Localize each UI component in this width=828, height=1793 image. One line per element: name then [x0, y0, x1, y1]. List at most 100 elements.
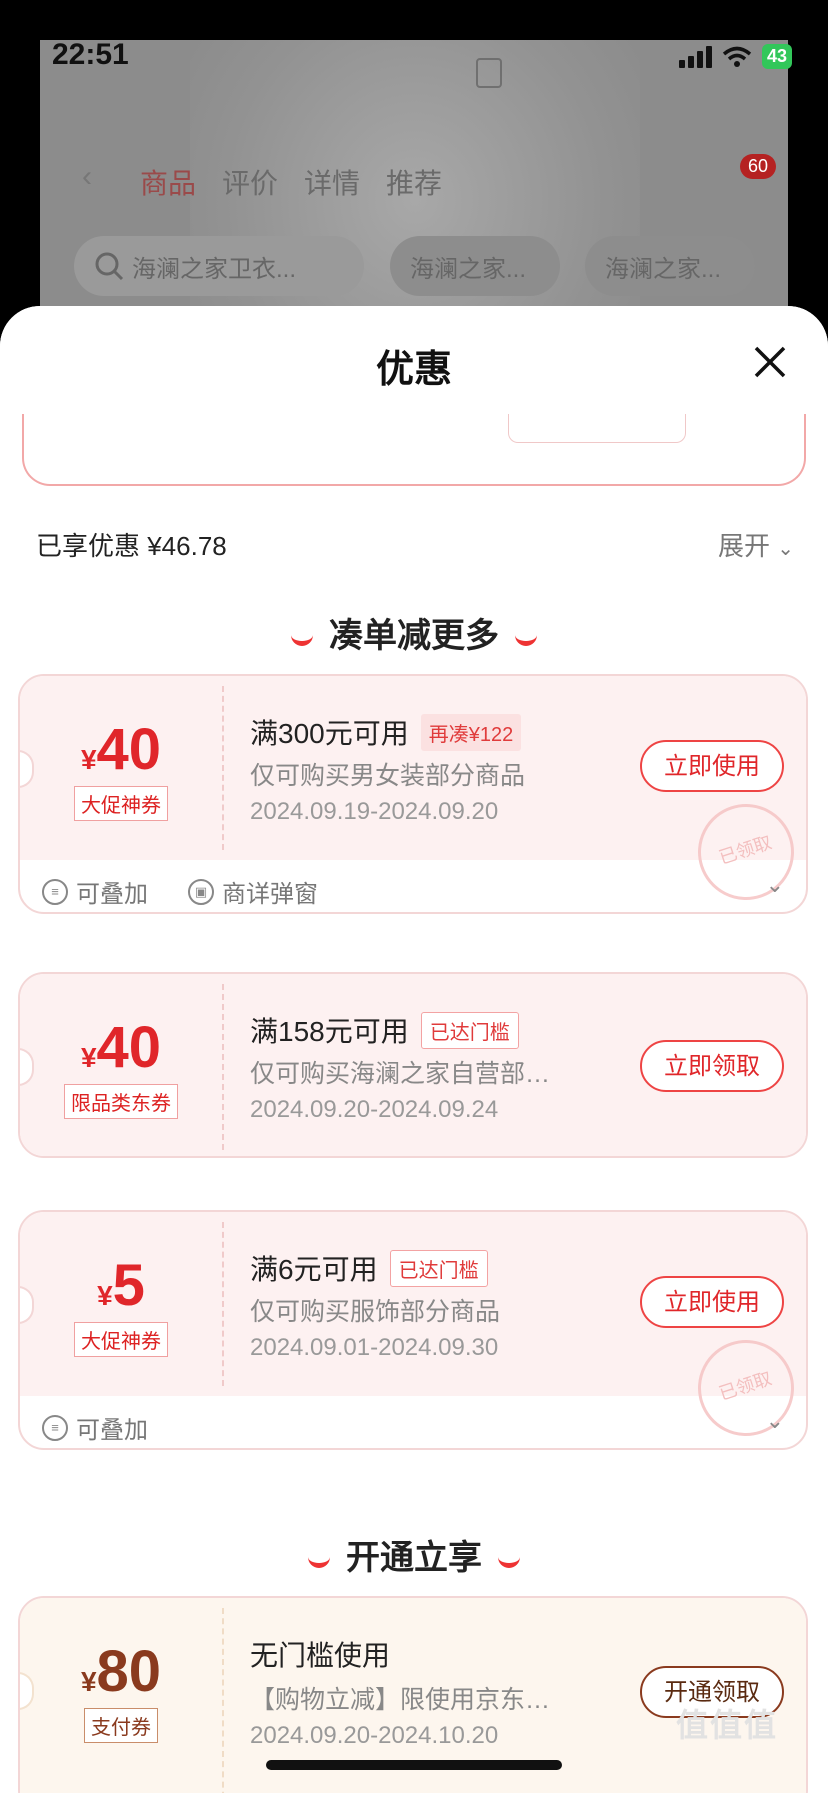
condition-pill: 再凑¥122	[420, 713, 522, 751]
condition-text: 满300元可用	[250, 718, 409, 749]
coupon-card: ¥5 大促神券 满6元可用 已达门槛 仅可购买服饰部分商品 2024.09.01-…	[18, 1210, 808, 1450]
footer-label: 可叠加	[76, 881, 148, 908]
coupon-amount: ¥40	[20, 716, 222, 783]
coupon-desc: 仅可购买海澜之家自营部分...	[250, 1060, 570, 1088]
coupon-body: ¥40 大促神券 满300元可用 再凑¥122 仅可购买男女装部分商品 2024.…	[20, 676, 806, 912]
stackable-icon: ≡	[42, 1414, 68, 1441]
chevron-down-icon: ⌄	[777, 538, 795, 560]
status-icons: 43	[678, 44, 792, 69]
sheet-title: 优惠	[375, 349, 452, 391]
watermark: 值值值	[676, 1707, 779, 1743]
coupon-condition: 满300元可用 再凑¥122	[250, 712, 522, 752]
wifi-icon	[722, 46, 752, 67]
amount-value: 80	[96, 1639, 162, 1704]
popup-icon: ▣	[188, 878, 214, 905]
signal-icon	[678, 45, 712, 68]
coupon-type-label: 支付券	[84, 1708, 158, 1743]
coupon-condition: 无门槛使用	[250, 1634, 390, 1674]
brand-logo	[476, 58, 502, 88]
smile-icon	[498, 1553, 520, 1568]
use-now-button[interactable]: 立即使用	[640, 740, 784, 792]
chevron-down-icon[interactable]: ⌄	[766, 1408, 784, 1434]
expand-button[interactable]: 展开 ⌄	[718, 526, 794, 563]
coupon-footer: ≡ 可叠加 ▣ 商详弹窗	[42, 874, 318, 909]
coupon-desc: 仅可购买服饰部分商品	[250, 1298, 501, 1326]
coupon-divider	[222, 984, 224, 1150]
coupon-type-tag: 大促神券	[20, 786, 222, 821]
currency-symbol: ¥	[80, 1042, 97, 1073]
coupon-card: ¥40 大促神券 满300元可用 再凑¥122 仅可购买男女装部分商品 2024.…	[18, 674, 808, 914]
coupon-date: 2024.09.19-2024.09.20	[250, 798, 499, 825]
use-now-button[interactable]: 立即使用	[640, 1276, 784, 1328]
coupon-card: ¥40 限品类东券 满158元可用 已达门槛 仅可购买海澜之家自营部分... 20…	[18, 972, 808, 1158]
saved-amount: 已享优惠 ¥46.78	[36, 531, 227, 561]
search-pill-label: 海澜之家卫衣...	[132, 255, 297, 283]
coupon-amount: ¥5	[20, 1252, 222, 1319]
section-title-text: 凑单减更多	[329, 617, 499, 655]
coupon-date: 2024.09.01-2024.09.30	[250, 1334, 499, 1361]
section-title-text: 开通立享	[346, 1539, 482, 1577]
smile-icon	[515, 631, 537, 646]
claim-now-button[interactable]: 立即领取	[640, 1040, 784, 1092]
coupon-type-tag: 支付券	[20, 1708, 222, 1743]
home-indicator	[266, 1760, 562, 1770]
condition-pill: 已达门槛	[389, 1249, 488, 1287]
coupon-date: 2024.09.20-2024.09.24	[250, 1096, 499, 1123]
product-tabs: 商品 评价 详情 推荐	[140, 162, 442, 202]
search-pill-label: 海澜之家...	[605, 255, 722, 283]
condition-text: 无门槛使用	[250, 1640, 391, 1671]
coupon-type-label: 限品类东券	[64, 1084, 178, 1119]
coupon-desc: 【购物立减】限使用京东支付...	[250, 1686, 570, 1714]
footer-label: 商详弹窗	[222, 881, 318, 908]
tab-details[interactable]: 详情	[304, 162, 360, 202]
coupon-amount: ¥40	[20, 1014, 222, 1081]
currency-symbol: ¥	[80, 1666, 97, 1697]
footer-label: 可叠加	[76, 1417, 148, 1444]
stackable-icon: ≡	[42, 878, 68, 905]
cart-badge: 60	[740, 154, 777, 179]
coupon-type-tag: 大促神券	[20, 1322, 222, 1357]
currency-symbol: ¥	[97, 1280, 113, 1311]
condition-text: 满6元可用	[250, 1254, 378, 1285]
coupon-condition: 满158元可用 已达门槛	[250, 1010, 519, 1050]
coupon-type-label: 大促神券	[74, 1322, 168, 1357]
currency-symbol: ¥	[80, 744, 97, 775]
back-icon[interactable]: ‹	[82, 160, 92, 194]
coupon-type-label: 大促神券	[74, 786, 168, 821]
coupon-divider	[222, 686, 224, 850]
close-icon[interactable]	[750, 342, 790, 382]
search-pill-3[interactable]: 海澜之家...	[585, 236, 755, 296]
tab-reviews[interactable]: 评价	[222, 162, 278, 202]
amount-value: 40	[96, 1015, 162, 1080]
condition-pill: 已达门槛	[420, 1011, 519, 1049]
coupon-body: ¥5 大促神券 满6元可用 已达门槛 仅可购买服饰部分商品 2024.09.01-…	[20, 1212, 806, 1448]
coupon-desc: 仅可购买男女装部分商品	[250, 762, 526, 790]
coupon-amount: ¥80	[20, 1638, 222, 1705]
amount-value: 5	[112, 1253, 145, 1318]
tab-recommend[interactable]: 推荐	[386, 162, 442, 202]
coupon-condition: 满6元可用 已达门槛	[250, 1248, 488, 1288]
tab-product[interactable]: 商品	[140, 162, 196, 202]
smile-icon	[291, 631, 313, 646]
condition-text: 满158元可用	[250, 1016, 409, 1047]
coupon-divider	[222, 1608, 224, 1793]
coupon-type-tag: 限品类东券	[20, 1084, 222, 1119]
search-pill-1[interactable]: 海澜之家卫衣...	[74, 236, 364, 296]
claimed-stamp: 已领取	[685, 1327, 806, 1448]
battery-icon: 43	[761, 44, 792, 69]
search-pill-2[interactable]: 海澜之家...	[390, 236, 560, 296]
section-title: 开通立享	[0, 1530, 828, 1579]
coupon-body: ¥40 限品类东券 满158元可用 已达门槛 仅可购买海澜之家自营部分... 20…	[20, 974, 806, 1156]
expand-label: 展开	[718, 531, 771, 561]
claimed-stamp: 已领取	[685, 791, 806, 912]
coupon-date: 2024.09.20-2024.10.20	[250, 1722, 499, 1749]
section-title: 凑单减更多	[0, 608, 828, 657]
search-icon	[95, 252, 124, 281]
promotion-sheet: 神券满6减5 优惠 已享优惠 ¥46.78 展开 ⌄ 凑单减更多 ¥40 大促神…	[0, 306, 828, 1793]
chevron-down-icon[interactable]: ⌄	[766, 872, 784, 898]
smile-icon	[308, 1553, 330, 1568]
coupon-divider	[222, 1222, 224, 1386]
search-pill-label: 海澜之家...	[410, 255, 527, 283]
status-time: 22:51	[52, 38, 129, 71]
coupon-footer: ≡ 可叠加	[42, 1410, 148, 1445]
